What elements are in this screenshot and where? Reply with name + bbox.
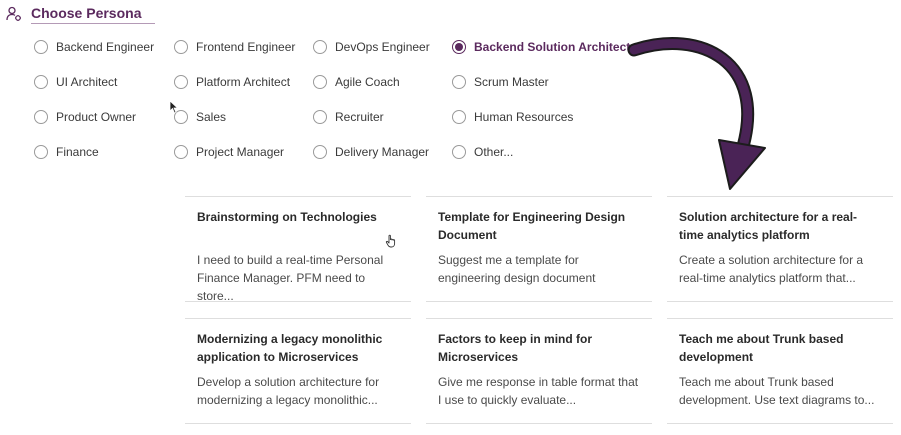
prompt-card[interactable]: Template for Engineering Design Document… <box>426 196 652 302</box>
persona-option-devops-engineer[interactable]: DevOps Engineer <box>313 40 430 54</box>
persona-option-finance[interactable]: Finance <box>34 145 99 159</box>
radio-button[interactable] <box>174 40 188 54</box>
persona-option-label: Frontend Engineer <box>196 40 296 54</box>
persona-option-frontend-engineer[interactable]: Frontend Engineer <box>174 40 295 54</box>
prompt-card-title: Teach me about Trunk based development <box>679 332 844 364</box>
radio-button[interactable] <box>34 40 48 54</box>
radio-button[interactable] <box>174 145 188 159</box>
prompt-card-description: I need to build a real-time Personal Fin… <box>197 253 384 303</box>
prompt-card-title: Factors to keep in mind for Microservice… <box>438 332 593 364</box>
persona-option-label: Backend Solution Architect <box>474 40 631 54</box>
radio-button[interactable] <box>452 110 466 124</box>
persona-option-label: Project Manager <box>196 145 285 159</box>
prompt-card-title: Modernizing a legacy monolithic applicat… <box>197 332 383 364</box>
prompt-card-description: Teach me about Trunk based development. … <box>679 375 875 407</box>
persona-option-label: Platform Architect <box>196 75 291 89</box>
radio-button[interactable] <box>452 75 466 89</box>
radio-button[interactable] <box>34 110 48 124</box>
prompt-card-description: Develop a solution architecture for mode… <box>197 375 380 407</box>
persona-option-ui-architect[interactable]: UI Architect <box>34 75 117 89</box>
radio-button[interactable] <box>313 40 327 54</box>
persona-option-scrum-master[interactable]: Scrum Master <box>452 75 549 89</box>
prompt-card[interactable]: Modernizing a legacy monolithic applicat… <box>185 318 411 424</box>
prompt-card[interactable]: Brainstorming on Technologies I need to … <box>185 196 411 303</box>
prompt-card[interactable]: Factors to keep in mind for Microservice… <box>426 318 652 424</box>
persona-option-platform-architect[interactable]: Platform Architect <box>174 75 290 89</box>
persona-option-label: Product Owner <box>56 110 137 124</box>
radio-button[interactable] <box>34 145 48 159</box>
radio-button[interactable] <box>452 145 466 159</box>
radio-button[interactable] <box>313 110 327 124</box>
persona-option-label: Sales <box>196 110 227 124</box>
persona-option-recruiter[interactable]: Recruiter <box>313 110 384 124</box>
prompt-card-description: Suggest me a template for engineering de… <box>438 253 596 285</box>
persona-option-label: Human Resources <box>474 110 574 124</box>
persona-option-delivery-manager[interactable]: Delivery Manager <box>313 145 429 159</box>
persona-option-sales[interactable]: Sales <box>174 110 226 124</box>
prompt-card-description: Give me response in table format that I … <box>438 375 639 407</box>
prompt-card[interactable]: Solution architecture for a real-time an… <box>667 196 893 302</box>
persona-option-label: Agile Coach <box>335 75 400 89</box>
persona-option-label: Other... <box>474 145 514 159</box>
radio-button[interactable] <box>313 75 327 89</box>
persona-option-product-owner[interactable]: Product Owner <box>34 110 136 124</box>
persona-option-label: Recruiter <box>335 110 384 124</box>
persona-option-label: Finance <box>56 145 99 159</box>
persona-option-backend-solution-architect[interactable]: Backend Solution Architect <box>452 40 630 54</box>
persona-option-label: DevOps Engineer <box>335 40 430 54</box>
radio-button[interactable] <box>313 145 327 159</box>
prompt-card[interactable]: Teach me about Trunk based development T… <box>667 318 893 424</box>
prompt-card-description: Create a solution architecture for a rea… <box>679 253 864 285</box>
prompt-card-title: Brainstorming on Technologies <box>197 210 377 224</box>
persona-option-human-resources[interactable]: Human Resources <box>452 110 573 124</box>
persona-option-label: UI Architect <box>56 75 118 89</box>
persona-option-label: Delivery Manager <box>335 145 430 159</box>
hand-pointer-icon <box>385 234 396 248</box>
prompt-card-title: Template for Engineering Design Document <box>438 210 626 242</box>
persona-icon <box>6 6 21 21</box>
radio-button[interactable] <box>174 75 188 89</box>
persona-option-agile-coach[interactable]: Agile Coach <box>313 75 400 89</box>
radio-button[interactable] <box>34 75 48 89</box>
persona-option-backend-engineer[interactable]: Backend Engineer <box>34 40 154 54</box>
persona-option-label: Backend Engineer <box>56 40 155 54</box>
mouse-pointer-icon <box>169 100 179 114</box>
persona-option-other[interactable]: Other... <box>452 145 513 159</box>
persona-option-project-manager[interactable]: Project Manager <box>174 145 284 159</box>
page-title: Choose Persona <box>31 5 156 24</box>
persona-header: Choose Persona <box>6 4 156 24</box>
radio-button-selected[interactable] <box>452 40 466 54</box>
persona-option-label: Scrum Master <box>474 75 549 89</box>
prompt-card-title: Solution architecture for a real-time an… <box>679 210 858 242</box>
